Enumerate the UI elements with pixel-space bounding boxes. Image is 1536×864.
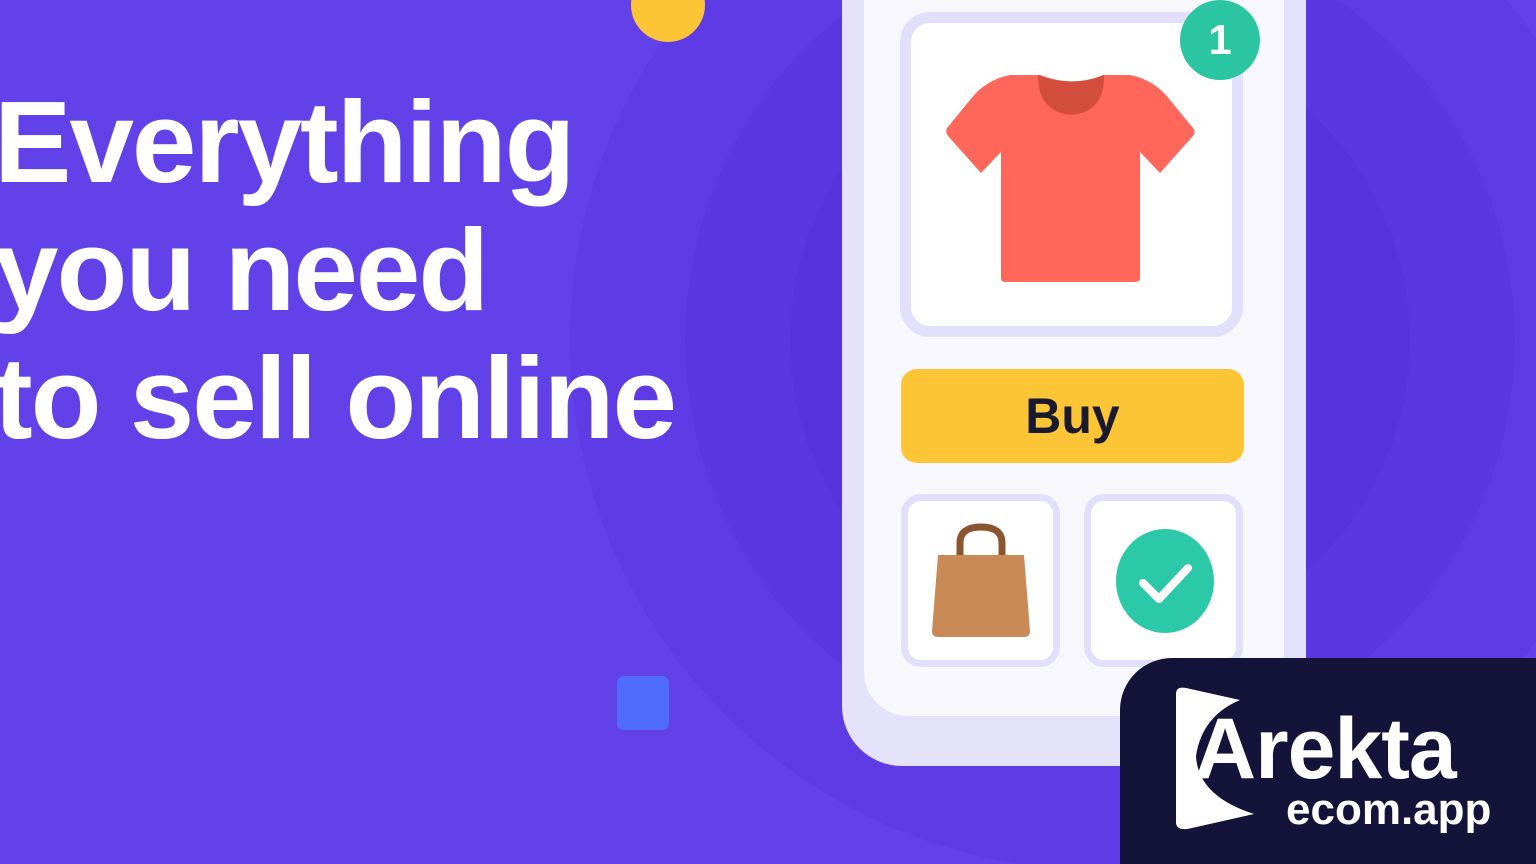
t-shirt-icon bbox=[946, 75, 1195, 282]
buy-button[interactable]: Buy bbox=[901, 369, 1244, 463]
headline-line: you need bbox=[0, 205, 489, 335]
cart-count-badge: 1 bbox=[1180, 0, 1260, 80]
headline-line: to sell online bbox=[0, 333, 677, 463]
check-tile[interactable] bbox=[1084, 494, 1243, 667]
shopping-bag-tile[interactable] bbox=[901, 494, 1060, 667]
headline: Everything you need to sell online bbox=[0, 77, 677, 463]
check-circle-icon bbox=[1116, 529, 1214, 633]
logo-domain: ecom.app bbox=[1286, 785, 1492, 834]
decorative-blue-square bbox=[617, 676, 669, 730]
shopping-bag-icon bbox=[932, 523, 1030, 637]
headline-line: Everything bbox=[0, 77, 575, 207]
